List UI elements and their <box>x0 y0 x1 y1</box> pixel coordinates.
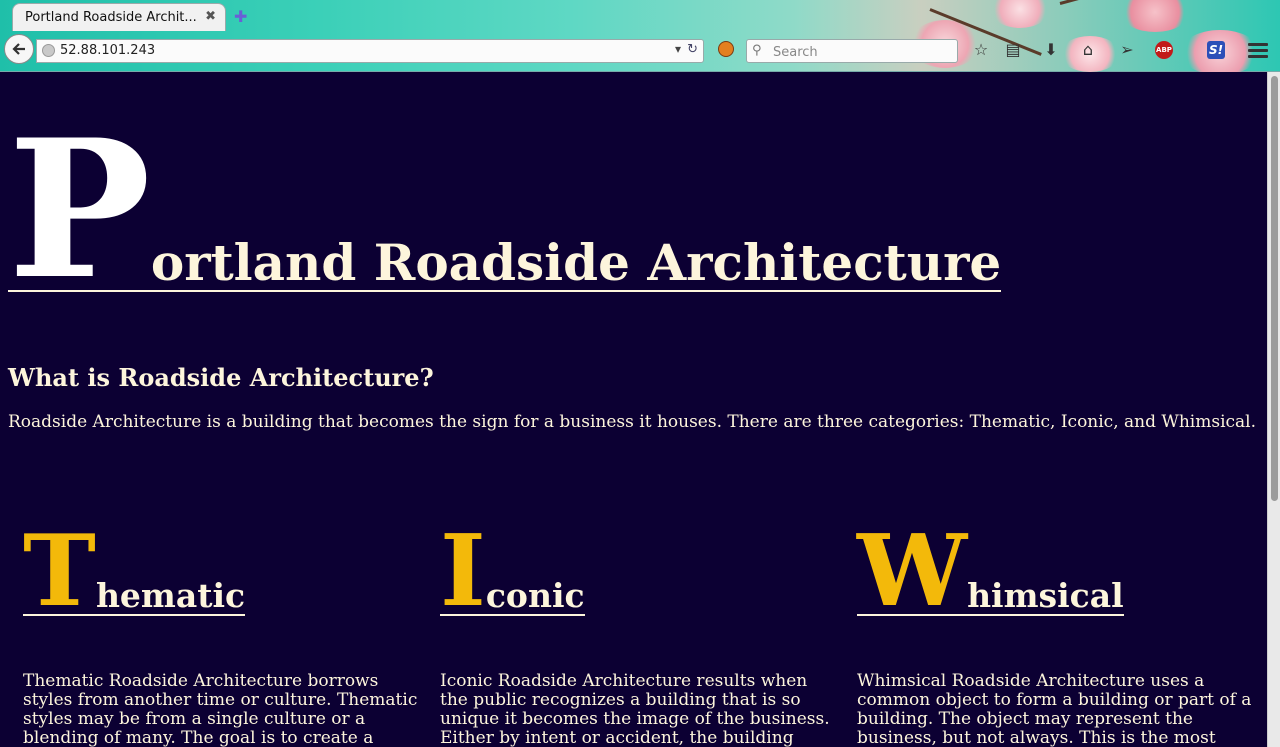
vertical-scrollbar[interactable] <box>1267 72 1280 747</box>
category-title-rest: conic <box>485 576 585 615</box>
tab-title: Portland Roadside Archit... <box>25 10 197 25</box>
theme-blossom <box>1120 0 1190 32</box>
category-title-rest: hematic <box>95 576 246 615</box>
addon-icon[interactable] <box>718 41 734 57</box>
menu-icon[interactable] <box>1248 40 1268 60</box>
home-icon[interactable]: ⌂ <box>1078 40 1098 60</box>
category-iconic: Iconic Iconic Roadside Architecture resu… <box>440 514 835 747</box>
category-title[interactable]: Iconic <box>440 514 585 629</box>
url-text[interactable]: 52.88.101.243 <box>60 43 155 58</box>
theme-blossom <box>990 0 1050 28</box>
url-bar[interactable]: 52.88.101.243 ▾ ↻ <box>36 39 704 63</box>
category-initial: T <box>23 514 96 629</box>
category-title[interactable]: Whimsical <box>857 514 1124 629</box>
adblock-icon[interactable]: ABP <box>1155 41 1173 59</box>
category-description: Iconic Roadside Architecture results whe… <box>440 671 830 747</box>
category-thematic: Thematic Thematic Roadside Architecture … <box>23 514 418 747</box>
category-description: Thematic Roadside Architecture borrows s… <box>23 671 418 747</box>
reading-list-icon[interactable]: ▤ <box>1003 40 1023 60</box>
scrollbar-thumb[interactable] <box>1271 76 1278 501</box>
back-arrow-icon <box>12 43 25 55</box>
globe-icon <box>42 44 55 57</box>
category-initial: I <box>440 514 486 629</box>
tab-close-icon[interactable]: ✖ <box>205 9 216 24</box>
page-content: Portland Roadside Architecture What is R… <box>0 72 1267 747</box>
bookmark-star-icon[interactable]: ☆ <box>971 40 991 60</box>
category-title[interactable]: Thematic <box>23 514 246 629</box>
new-tab-icon[interactable]: ✚ <box>234 7 247 26</box>
question-heading: What is Roadside Architecture? <box>8 363 434 392</box>
site-title-rest: ortland Roadside Architecture <box>150 233 1002 292</box>
search-icon: ⚲ <box>752 43 762 58</box>
back-button[interactable] <box>4 34 34 64</box>
search-input[interactable] <box>771 41 955 63</box>
category-whimsical: Whimsical Whimsical Roadside Architectur… <box>857 514 1252 747</box>
site-title[interactable]: Portland Roadside Architecture <box>8 98 1002 321</box>
browser-chrome: Portland Roadside Archit... ✖ ✚ 52.88.10… <box>0 0 1280 75</box>
addon-s-icon[interactable]: S! <box>1207 41 1225 59</box>
category-description: Whimsical Roadside Architecture uses a c… <box>857 671 1252 747</box>
tab-active[interactable]: Portland Roadside Archit... ✖ <box>12 3 226 31</box>
navigation-toolbar: 52.88.101.243 ▾ ↻ ⚲ ☆ ▤ ⬇ ⌂ ➢ ABP S! <box>0 31 1280 71</box>
site-title-initial: P <box>8 98 151 321</box>
reload-icon[interactable]: ↻ <box>687 42 698 57</box>
url-dropdown-icon[interactable]: ▾ <box>675 42 681 56</box>
category-initial: W <box>857 514 968 629</box>
category-title-rest: himsical <box>967 576 1124 615</box>
send-icon[interactable]: ➢ <box>1117 40 1137 60</box>
download-icon[interactable]: ⬇ <box>1041 40 1061 60</box>
search-bar[interactable]: ⚲ <box>746 39 958 63</box>
intro-paragraph: Roadside Architecture is a building that… <box>8 412 1257 432</box>
